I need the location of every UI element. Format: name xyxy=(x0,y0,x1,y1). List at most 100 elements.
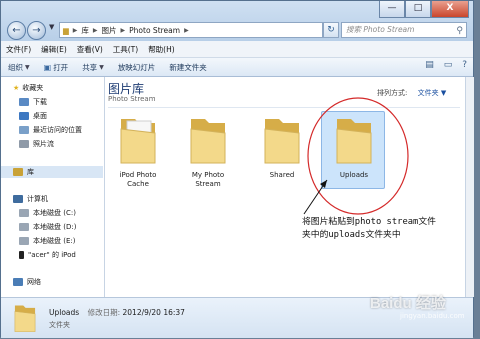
chevron-down-icon: ▼ xyxy=(99,63,104,71)
sidebar-item-label: "acer" 的 iPod xyxy=(28,251,76,259)
change-view-icon[interactable]: ▤ xyxy=(425,60,434,70)
menu-view[interactable]: 查看(V) xyxy=(72,44,108,55)
menu-bar: 文件(F) 编辑(E) 查看(V) 工具(T) 帮助(H) xyxy=(1,41,473,58)
chevron-right-icon[interactable]: ▶ xyxy=(72,27,79,34)
sidebar-item-label: 计算机 xyxy=(27,195,48,203)
folder-label: Uploads xyxy=(339,171,369,179)
baidu-watermark-url: jingyan.baidu.com xyxy=(400,312,465,320)
recent-places-icon xyxy=(19,126,29,134)
folder-label: My Photo Stream xyxy=(191,171,225,188)
organize-label: 组织 xyxy=(8,62,23,72)
details-modified-value: 2012/9/20 16:37 xyxy=(122,308,185,317)
search-icon[interactable]: ⚲ xyxy=(456,24,463,37)
arrange-dropdown[interactable]: 文件夹 ▼ xyxy=(418,89,447,97)
sidebar-item-favorites[interactable]: ★ 收藏夹 xyxy=(13,82,43,94)
annotation-line: 夹中的uploads文件夹中 xyxy=(302,230,401,240)
baidu-watermark-logo: Baidu 经验 xyxy=(370,295,446,312)
folder-icon: ▆ xyxy=(63,25,69,35)
star-icon: ★ xyxy=(13,84,20,92)
chevron-down-icon: ▼ xyxy=(25,63,30,71)
sidebar-item-recent[interactable]: 最近访问的位置 xyxy=(19,124,82,136)
folder-item-shared[interactable]: Shared xyxy=(251,113,313,180)
computer-icon xyxy=(13,195,23,203)
chevron-right-icon[interactable]: ▶ xyxy=(92,27,99,34)
sidebar-item-network[interactable]: 网络 xyxy=(13,276,41,288)
folder-item-my-photo-stream[interactable]: My Photo Stream xyxy=(177,113,239,189)
sidebar-item-libraries[interactable]: 库 xyxy=(1,166,103,178)
view-controls: ▤ ▭ ? xyxy=(415,60,467,70)
sidebar-item-label: 网络 xyxy=(27,278,41,286)
breadcrumb-item[interactable]: Photo Stream xyxy=(126,26,183,35)
close-button[interactable]: X xyxy=(431,1,469,18)
share-button[interactable]: 共享 ▼ xyxy=(75,62,111,73)
sidebar-item-label: 本地磁盘 (D:) xyxy=(33,223,77,231)
title-bar: — □ X ← → ▼ ▆ ▶ 库 ▶ 图片 ▶ Photo Stream ▶ … xyxy=(1,1,473,41)
sidebar-item-label: 收藏夹 xyxy=(22,84,44,92)
sidebar-item-label: 下载 xyxy=(33,98,47,106)
folder-item-uploads[interactable]: Uploads xyxy=(321,111,385,189)
details-name-row: Uploads 修改日期: 2012/9/20 16:37 xyxy=(49,307,185,318)
menu-tools[interactable]: 工具(T) xyxy=(108,44,143,55)
folder-icon xyxy=(14,305,36,332)
file-list-pane: 图片库 Photo Stream 排列方式: 文件夹 ▼ iPod Photo C… xyxy=(105,77,465,297)
share-label: 共享 xyxy=(82,62,98,72)
recent-pages-chevron-icon[interactable]: ▼ xyxy=(49,23,54,31)
details-type: 文件夹 xyxy=(49,321,70,329)
search-placeholder: 搜索 Photo Stream xyxy=(346,25,415,34)
arrange-by: 排列方式: 文件夹 ▼ xyxy=(377,88,446,98)
open-button[interactable]: ▣ 打开 xyxy=(37,62,76,73)
details-name: Uploads xyxy=(49,308,80,317)
annotation-line: 将图片粘贴到photo stream文件 xyxy=(302,217,436,227)
sidebar-item-desktop[interactable]: 桌面 xyxy=(19,110,47,122)
slideshow-button[interactable]: 放映幻灯片 xyxy=(111,62,163,73)
chevron-right-icon[interactable]: ▶ xyxy=(120,27,127,34)
sidebar-item-label: 照片流 xyxy=(33,140,54,148)
menu-file[interactable]: 文件(F) xyxy=(1,44,36,55)
back-button[interactable]: ← xyxy=(7,21,26,40)
sidebar-item-disk-e[interactable]: 本地磁盘 (E:) xyxy=(19,235,75,247)
search-input[interactable]: 搜索 Photo Stream ⚲ xyxy=(341,22,467,38)
folder-icon xyxy=(331,113,377,167)
sidebar-item-label: 本地磁盘 (C:) xyxy=(33,209,76,217)
library-divider xyxy=(108,107,460,108)
folder-icon xyxy=(115,113,161,167)
address-bar[interactable]: ▆ ▶ 库 ▶ 图片 ▶ Photo Stream ▶ xyxy=(59,22,323,38)
open-label: 打开 xyxy=(53,62,69,72)
organize-button[interactable]: 组织 ▼ xyxy=(1,62,37,73)
minimize-button[interactable]: — xyxy=(379,1,405,18)
breadcrumb-item[interactable]: 图片 xyxy=(99,25,120,36)
library-subtitle: Photo Stream xyxy=(108,95,156,103)
annotation-text: 将图片粘贴到photo stream文件 夹中的uploads文件夹中 xyxy=(302,216,474,242)
vertical-scrollbar[interactable] xyxy=(465,77,474,297)
menu-help[interactable]: 帮助(H) xyxy=(143,44,180,55)
explorer-window: — □ X ← → ▼ ▆ ▶ 库 ▶ 图片 ▶ Photo Stream ▶ … xyxy=(0,0,474,338)
maximize-button[interactable]: □ xyxy=(405,1,431,18)
details-modified-label: 修改日期: xyxy=(87,308,121,317)
folder-item-ipod-photo-cache[interactable]: iPod Photo Cache xyxy=(107,113,169,189)
arrange-label: 排列方式: xyxy=(377,89,408,97)
network-icon xyxy=(13,278,23,286)
sidebar-item-disk-d[interactable]: 本地磁盘 (D:) xyxy=(19,221,76,233)
sidebar-item-disk-c[interactable]: 本地磁盘 (C:) xyxy=(19,207,76,219)
navigation-pane: ★ 收藏夹 下载 桌面 最近访问的位置 照片流 库 计算机 本地磁盘 (C:) … xyxy=(1,77,105,297)
sidebar-item-ipod[interactable]: "acer" 的 iPod xyxy=(19,249,76,261)
drive-icon xyxy=(19,223,29,231)
ipod-icon xyxy=(19,251,24,259)
drive-icon xyxy=(19,237,29,245)
refresh-icon[interactable]: ↻ xyxy=(323,22,339,38)
sidebar-item-computer[interactable]: 计算机 xyxy=(13,193,48,205)
chevron-right-icon[interactable]: ▶ xyxy=(183,27,190,34)
new-folder-button[interactable]: 新建文件夹 xyxy=(162,62,214,73)
sidebar-item-downloads[interactable]: 下载 xyxy=(19,96,47,108)
sidebar-item-photostream[interactable]: 照片流 xyxy=(19,138,54,150)
folder-label: iPod Photo Cache xyxy=(119,171,157,188)
menu-edit[interactable]: 编辑(E) xyxy=(36,44,72,55)
help-icon[interactable]: ? xyxy=(462,60,467,70)
breadcrumb-item[interactable]: 库 xyxy=(78,25,92,36)
folder-label: Shared xyxy=(269,171,295,179)
library-icon xyxy=(13,168,23,176)
sidebar-item-label: 本地磁盘 (E:) xyxy=(33,237,76,245)
sidebar-item-label: 桌面 xyxy=(33,112,47,120)
preview-pane-icon[interactable]: ▭ xyxy=(444,60,453,70)
forward-button[interactable]: → xyxy=(27,21,46,40)
